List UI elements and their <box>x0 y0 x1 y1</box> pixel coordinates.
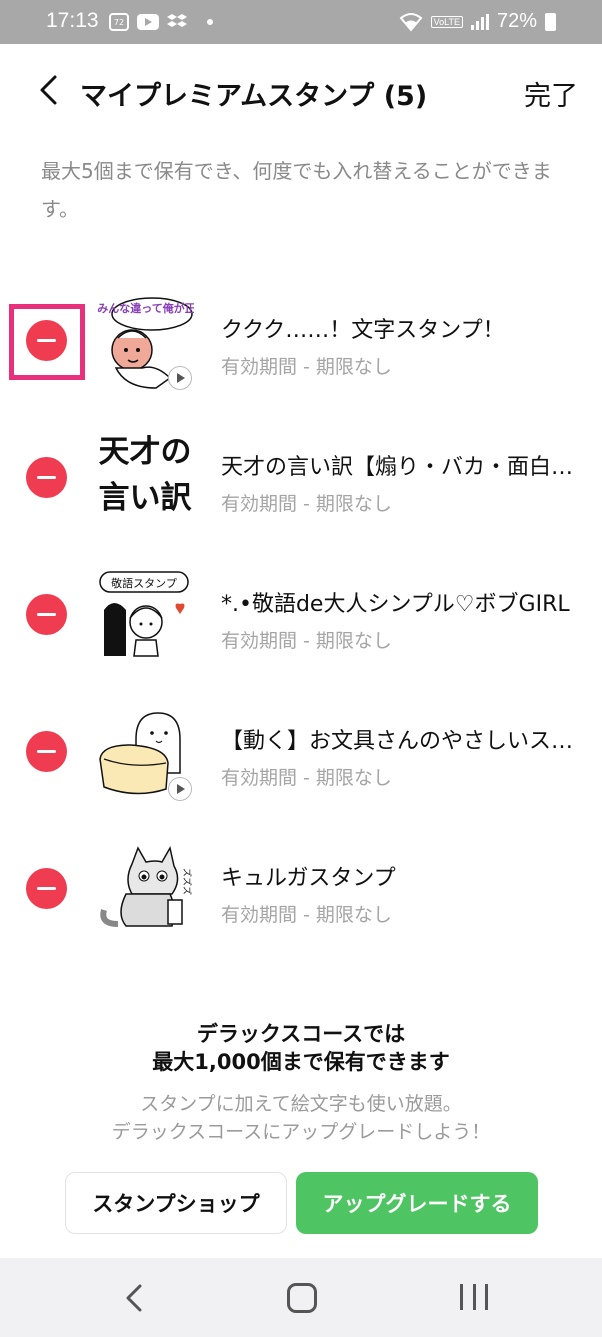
stamp-thumbnail[interactable]: ズズズ <box>96 840 194 938</box>
thumb-line: 言い訳 <box>98 480 192 516</box>
upgrade-button[interactable]: アップグレードする <box>296 1172 538 1234</box>
stamp-list-item: 【動く】お文具さんのやさしいスタンプ 有効期間 - 期限なし <box>0 683 602 820</box>
stamp-validity: 有効期間 - 期限なし <box>221 767 392 789</box>
stamp-title: 【動く】お文具さんのやさしいスタンプ <box>221 729 581 754</box>
more-notifications-dot <box>207 19 213 25</box>
stamp-list-item: ズズズ キュルガスタンプ 有効期間 - 期限なし <box>0 820 602 957</box>
volte-icon: VoLTE <box>430 15 463 28</box>
remove-button[interactable] <box>26 731 67 772</box>
stamp-shop-button[interactable]: スタンプショップ <box>65 1172 287 1234</box>
stamp-list-item: 天才の 言い訳 天才の言い訳【煽り・バカ・面白い】 有効期間 - 期限なし <box>0 409 602 546</box>
calendar-badge-icon: 72 <box>109 13 129 31</box>
chevron-left-icon <box>40 75 57 105</box>
stamp-title: ククク……！文字スタンプ！ <box>221 318 505 343</box>
stamp-validity: 有効期間 - 期限なし <box>221 356 392 378</box>
stamp-title: 天才の言い訳【煽り・バカ・面白い】 <box>221 455 581 480</box>
promo-headline: デラックスコースでは 最大1,000個まで保有できます <box>0 1020 602 1076</box>
stamp-validity: 有効期間 - 期限なし <box>221 904 392 926</box>
nav-home-icon[interactable] <box>287 1283 317 1313</box>
youtube-icon <box>137 14 159 30</box>
back-button[interactable] <box>28 70 68 110</box>
thumb-caption: みんな違って俺が正解 <box>97 301 194 315</box>
promo-subtext: スタンプに加えて絵文字も使い放題。 デラックスコースにアップグレードしよう！ <box>0 1090 602 1146</box>
status-notification-icons: 72 <box>109 12 213 32</box>
description-text: 最大5個まで保有でき、何度でも入れ替えることができます。 <box>41 159 552 221</box>
stamp-validity: 有効期間 - 期限なし <box>221 630 392 652</box>
app-header: マイプレミアムスタンプ (5) 完了 <box>0 44 602 140</box>
stamp-title: キュルガスタンプ <box>221 866 396 891</box>
status-time: 17:13 <box>46 9 99 32</box>
wifi-icon <box>399 12 423 32</box>
play-icon <box>168 366 192 390</box>
remove-button[interactable] <box>26 868 67 909</box>
remove-button[interactable] <box>26 594 67 635</box>
stamp-thumbnail[interactable]: 敬語スタンプ <box>96 566 194 664</box>
promo-headline-line: 最大1,000個まで保有できます <box>152 1050 450 1074</box>
promo-subtext-line: スタンプに加えて絵文字も使い放題。 <box>140 1093 462 1115</box>
play-icon <box>168 777 192 801</box>
thumb-caption: 敬語スタンプ <box>111 576 177 590</box>
battery-icon <box>545 12 556 31</box>
thumb-caption: ズズズ <box>181 868 193 895</box>
promo-headline-line: デラックスコースでは <box>196 1022 406 1046</box>
stamp-list: みんな違って俺が正解 ククク……！文字スタンプ！ 有効期間 - 期限なし 天才の… <box>0 272 602 957</box>
thumb-line: 天才の <box>98 434 192 470</box>
status-system-icons: VoLTE 72% <box>399 10 556 33</box>
promo-subtext-line: デラックスコースにアップグレードしよう！ <box>111 1121 491 1143</box>
signal-icon <box>470 13 489 30</box>
stamp-thumbnail[interactable]: 天才の 言い訳 <box>96 429 194 527</box>
status-bar: 17:13 72 VoLTE 72% <box>0 0 602 44</box>
stamp-list-item: みんな違って俺が正解 ククク……！文字スタンプ！ 有効期間 - 期限なし <box>0 272 602 409</box>
stamp-title: *.•敬語de大人シンプル♡ボブGIRL <box>221 592 570 617</box>
nav-recents-icon[interactable] <box>460 1284 488 1312</box>
stamp-list-item: 敬語スタンプ *.•敬語de大人シンプル♡ボブGIRL 有効期間 - 期限なし <box>0 546 602 683</box>
battery-percent: 72% <box>496 10 537 32</box>
page-title: マイプレミアムスタンプ (5) <box>80 81 428 112</box>
nav-back-icon[interactable] <box>118 1280 154 1316</box>
system-nav-bar <box>0 1258 602 1337</box>
done-button[interactable]: 完了 <box>524 74 578 113</box>
dropbox-icon <box>167 14 187 27</box>
remove-button[interactable] <box>26 457 67 498</box>
remove-button[interactable] <box>26 320 67 361</box>
stamp-validity: 有効期間 - 期限なし <box>221 493 392 515</box>
